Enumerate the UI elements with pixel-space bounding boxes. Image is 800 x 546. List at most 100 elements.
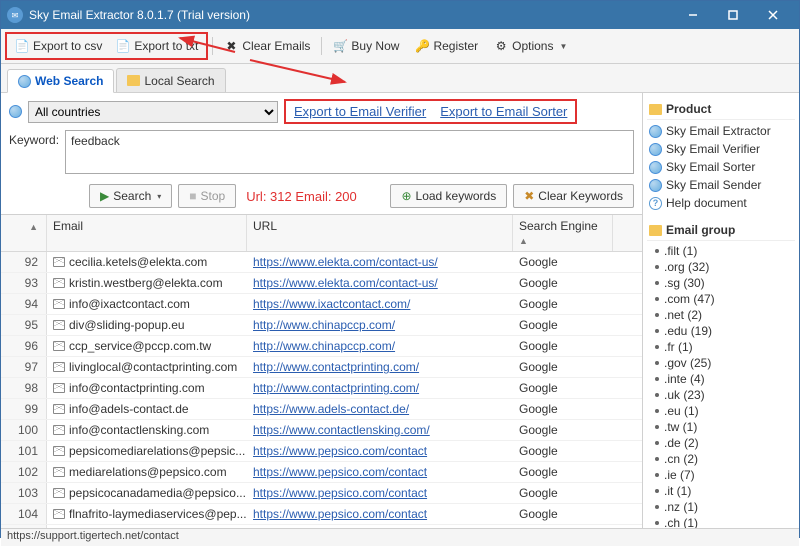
group-item[interactable]: .nz (1) bbox=[649, 499, 795, 515]
keyword-input[interactable]: feedback bbox=[65, 130, 634, 174]
table-row[interactable]: 100info@contactlensking.comhttps://www.c… bbox=[1, 420, 642, 441]
col-url-header[interactable]: URL bbox=[247, 215, 513, 251]
url-link[interactable]: https://www.pepsico.com/contact bbox=[253, 465, 427, 479]
maximize-button[interactable] bbox=[713, 1, 753, 29]
table-row[interactable]: 102mediarelations@pepsico.comhttps://www… bbox=[1, 462, 642, 483]
main-toolbar: 📄Export to csv 📄Export to txt ✖Clear Ema… bbox=[1, 29, 799, 64]
group-item[interactable]: .tw (1) bbox=[649, 419, 795, 435]
product-list: Sky Email ExtractorSky Email VerifierSky… bbox=[647, 122, 795, 212]
group-item[interactable]: .de (2) bbox=[649, 435, 795, 451]
tree-bullet-icon bbox=[655, 249, 659, 253]
row-search-engine: Google bbox=[513, 525, 613, 528]
row-url: https://www.elekta.com/contact-us/ bbox=[247, 273, 513, 293]
clear-keywords-button[interactable]: ✖Clear Keywords bbox=[513, 184, 634, 208]
product-section-title: Product bbox=[647, 99, 795, 120]
group-label: .sg (30) bbox=[664, 276, 705, 290]
url-link[interactable]: http://www.chinapccp.com/ bbox=[253, 318, 395, 332]
group-item[interactable]: .filt (1) bbox=[649, 243, 795, 259]
buy-now-button[interactable]: 🛒Buy Now bbox=[326, 35, 406, 57]
row-search-engine: Google bbox=[513, 315, 613, 335]
group-item[interactable]: .inte (4) bbox=[649, 371, 795, 387]
table-row[interactable]: 95div@sliding-popup.euhttp://www.chinapc… bbox=[1, 315, 642, 336]
group-item[interactable]: .eu (1) bbox=[649, 403, 795, 419]
table-row[interactable]: 93kristin.westberg@elekta.comhttps://www… bbox=[1, 273, 642, 294]
export-txt-button[interactable]: 📄Export to txt bbox=[109, 35, 205, 57]
tab-local-search[interactable]: Local Search bbox=[116, 68, 225, 92]
tab-strip: Web Search Local Search bbox=[1, 64, 799, 93]
group-item[interactable]: .org (32) bbox=[649, 259, 795, 275]
row-url: http://www.contactprinting.com/ bbox=[247, 357, 513, 377]
product-item[interactable]: ?Help document bbox=[649, 194, 795, 212]
tree-bullet-icon bbox=[655, 329, 659, 333]
product-item[interactable]: Sky Email Sender bbox=[649, 176, 795, 194]
url-link[interactable]: http://www.contactprinting.com/ bbox=[253, 381, 419, 395]
export-verifier-link[interactable]: Export to Email Verifier bbox=[294, 104, 426, 119]
export-csv-button[interactable]: 📄Export to csv bbox=[8, 35, 109, 57]
group-item[interactable]: .cn (2) bbox=[649, 451, 795, 467]
load-keywords-button[interactable]: ⊕Load keywords bbox=[390, 184, 507, 208]
globe-icon bbox=[649, 125, 662, 138]
globe-icon bbox=[9, 105, 22, 118]
group-item[interactable]: .edu (19) bbox=[649, 323, 795, 339]
product-item[interactable]: Sky Email Extractor bbox=[649, 122, 795, 140]
clear-icon: ✖ bbox=[224, 39, 238, 53]
table-row[interactable]: 101pepsicomediarelations@pepsic...https:… bbox=[1, 441, 642, 462]
close-button[interactable] bbox=[753, 1, 793, 29]
url-link[interactable]: https://www.ixactcontact.com/ bbox=[253, 297, 410, 311]
stop-button[interactable]: ■Stop bbox=[178, 184, 236, 208]
search-button-label: Search bbox=[113, 189, 151, 203]
search-button[interactable]: ▶Search▾ bbox=[89, 184, 172, 208]
url-link[interactable]: http://www.chinapccp.com/ bbox=[253, 339, 395, 353]
url-link[interactable]: http://www.contactprinting.com/ bbox=[253, 360, 419, 374]
group-item[interactable]: .uk (23) bbox=[649, 387, 795, 403]
group-item[interactable]: .ch (1) bbox=[649, 515, 795, 528]
table-body[interactable]: 92cecilia.ketels@elekta.comhttps://www.e… bbox=[1, 252, 642, 528]
register-button[interactable]: 🔑Register bbox=[408, 35, 485, 57]
url-link[interactable]: https://www.elekta.com/contact-us/ bbox=[253, 276, 438, 290]
url-link[interactable]: https://www.elekta.com/contact-us/ bbox=[253, 255, 438, 269]
url-link[interactable]: https://www.pepsico.com/contact bbox=[253, 444, 427, 458]
row-email: pepsicocanadamedia@pepsico... bbox=[47, 483, 247, 503]
minimize-button[interactable] bbox=[673, 1, 713, 29]
group-label: .ie (7) bbox=[664, 468, 695, 482]
url-link[interactable]: https://www.contactlensking.com/ bbox=[253, 423, 430, 437]
table-row[interactable]: 92cecilia.ketels@elekta.comhttps://www.e… bbox=[1, 252, 642, 273]
url-link[interactable]: https://www.adels-contact.de/ bbox=[253, 402, 409, 416]
clear-emails-button[interactable]: ✖Clear Emails bbox=[217, 35, 317, 57]
group-item[interactable]: .gov (25) bbox=[649, 355, 795, 371]
table-row[interactable]: 94info@ixactcontact.comhttps://www.ixact… bbox=[1, 294, 642, 315]
table-row[interactable]: 96ccp_service@pccp.com.twhttp://www.chin… bbox=[1, 336, 642, 357]
row-email: info@contactprinting.com bbox=[47, 378, 247, 398]
export-sorter-link[interactable]: Export to Email Sorter bbox=[440, 104, 567, 119]
group-item[interactable]: .net (2) bbox=[649, 307, 795, 323]
group-item[interactable]: .sg (30) bbox=[649, 275, 795, 291]
col-email-header[interactable]: Email bbox=[47, 215, 247, 251]
tree-bullet-icon bbox=[655, 345, 659, 349]
col-index-header[interactable]: ▲ bbox=[1, 215, 47, 251]
toolbar-separator bbox=[212, 37, 213, 55]
options-button[interactable]: ⚙Options▼ bbox=[487, 35, 574, 57]
product-item[interactable]: Sky Email Verifier bbox=[649, 140, 795, 158]
tree-bullet-icon bbox=[655, 377, 659, 381]
table-row[interactable]: 99info@adels-contact.dehttps://www.adels… bbox=[1, 399, 642, 420]
col-search-engine-header[interactable]: Search Engine ▲ bbox=[513, 215, 613, 251]
table-row[interactable]: 105gatoradecommunications@gato...https:/… bbox=[1, 525, 642, 528]
table-row[interactable]: 97livinglocal@contactprinting.comhttp://… bbox=[1, 357, 642, 378]
row-index: 104 bbox=[1, 504, 47, 524]
product-item[interactable]: Sky Email Sorter bbox=[649, 158, 795, 176]
tree-bullet-icon bbox=[655, 361, 659, 365]
group-item[interactable]: .ie (7) bbox=[649, 467, 795, 483]
url-link[interactable]: https://www.pepsico.com/contact bbox=[253, 507, 427, 521]
keyword-row: Keyword: feedback bbox=[1, 128, 642, 180]
group-item[interactable]: .fr (1) bbox=[649, 339, 795, 355]
country-select[interactable]: All countries bbox=[28, 101, 278, 123]
row-url: http://www.contactprinting.com/ bbox=[247, 378, 513, 398]
table-row[interactable]: 98info@contactprinting.comhttp://www.con… bbox=[1, 378, 642, 399]
group-item[interactable]: .it (1) bbox=[649, 483, 795, 499]
table-row[interactable]: 103pepsicocanadamedia@pepsico...https://… bbox=[1, 483, 642, 504]
tab-web-search[interactable]: Web Search bbox=[7, 69, 114, 93]
group-item[interactable]: .com (47) bbox=[649, 291, 795, 307]
table-row[interactable]: 104flnafrito-laymediaservices@pep...http… bbox=[1, 504, 642, 525]
group-label: .fr (1) bbox=[664, 340, 693, 354]
url-link[interactable]: https://www.pepsico.com/contact bbox=[253, 486, 427, 500]
